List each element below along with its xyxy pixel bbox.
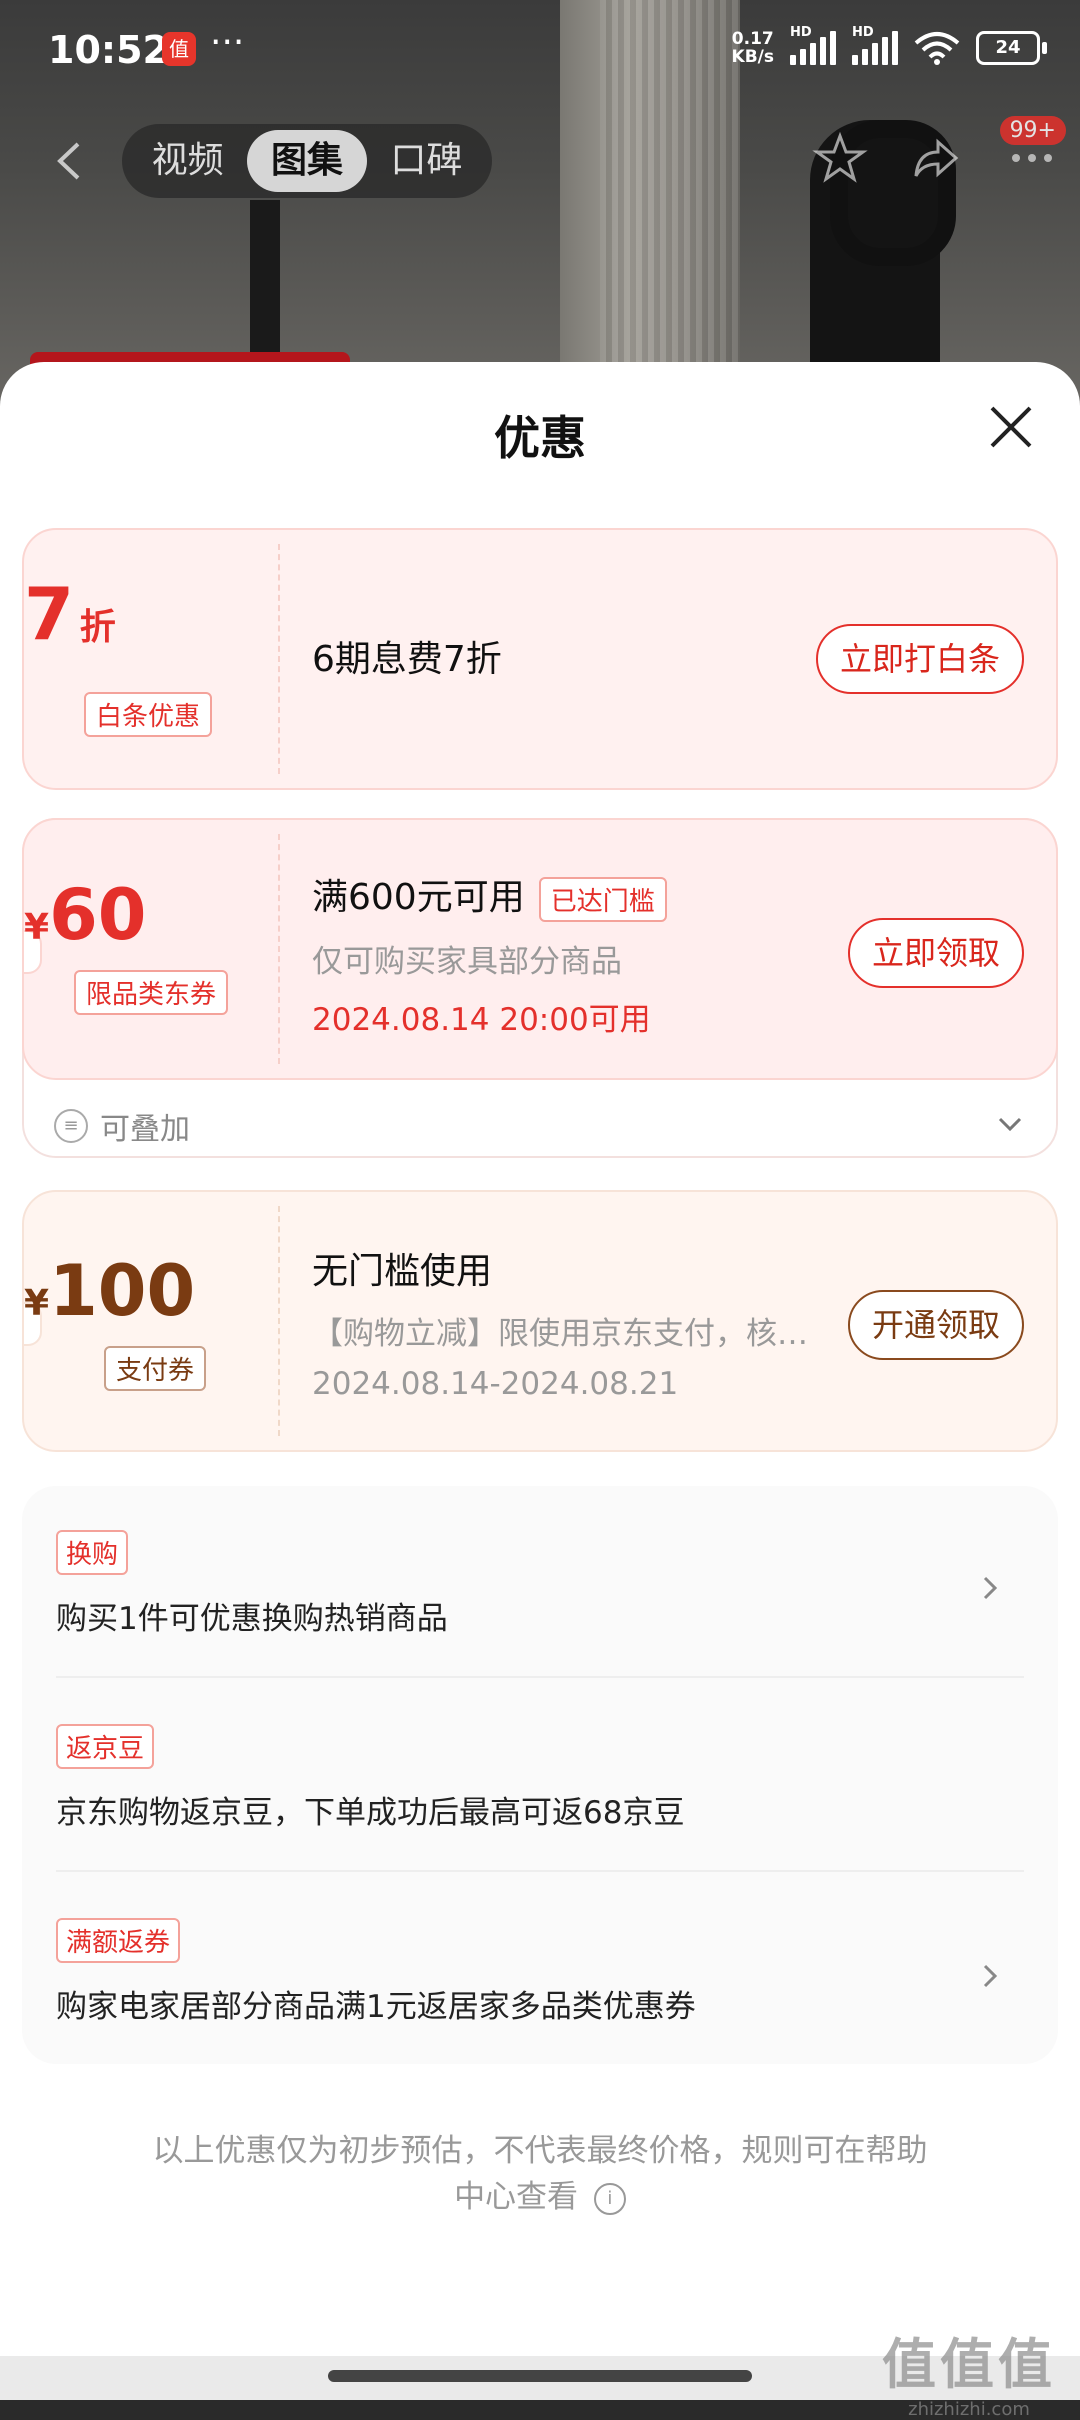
coupon-desc: 【购物立减】限使用京东支付，核… — [312, 1316, 808, 1352]
chevron-right-icon — [983, 1964, 998, 1988]
notification-badge: 99+ — [999, 116, 1066, 145]
status-right-group: 0.17 KB/s HD HD 24 — [732, 25, 1047, 66]
stackable-label: 可叠加 — [100, 1112, 190, 1147]
coupon-title-row: 满600元可用 已达门槛 — [312, 868, 667, 922]
promo-text: 京东购物返京豆，下单成功后最高可返68京豆 — [56, 1795, 685, 1831]
info-icon[interactable]: i — [593, 2182, 626, 2215]
coupon-divider — [278, 544, 280, 774]
coupon-time: 2024.08.14 20:00可用 — [312, 1002, 651, 1038]
coupon-amount: 7 折 — [24, 572, 278, 656]
tab-video[interactable]: 视频 — [128, 130, 247, 192]
signal-2-icon: HD — [852, 25, 898, 65]
watermark-logo: 值值值 — [882, 2333, 1056, 2396]
claim-coupon-button[interactable]: 立即领取 — [847, 918, 1024, 988]
promotions-panel: 换购 购买1件可优惠换购热销商品 返京豆 京东购物返京豆，下单成功后最高可返68… — [22, 1486, 1058, 2064]
share-icon[interactable] — [908, 130, 964, 186]
chevron-right-icon — [983, 1576, 998, 1600]
disclaimer-line2-row: 中心查看 i — [120, 2174, 960, 2220]
promo-tag: 换购 — [56, 1530, 129, 1575]
divider — [56, 1676, 1024, 1678]
disclaimer-line2[interactable]: 中心查看 — [454, 2179, 578, 2215]
hd-label: HD — [790, 25, 812, 40]
promo-text: 购家电家居部分商品满1元返居家多品类优惠券 — [56, 1989, 696, 2025]
coupon-currency: ¥ — [24, 1283, 50, 1324]
coupon-type-tag: 支付券 — [104, 1346, 207, 1391]
coupon-value: 100 — [49, 1250, 196, 1332]
promo-tag: 返京豆 — [56, 1724, 155, 1769]
net-speed-value: 0.17 — [731, 29, 774, 49]
coupon-card-jd-coupon: ¥60 限品类东券 满600元可用 已达门槛 仅可购买家具部分商品 2024.08… — [22, 818, 1058, 1080]
coupon-value: 60 — [49, 874, 147, 956]
close-icon[interactable] — [986, 402, 1036, 452]
coupon-amount: ¥60 — [24, 874, 278, 956]
use-baitiao-button[interactable]: 立即打白条 — [815, 624, 1024, 694]
app-notification-icon: 值 — [162, 32, 196, 66]
top-nav: 视频 图集 口碑 99+ — [0, 116, 1080, 204]
status-time: 10:52 — [48, 28, 169, 72]
site-watermark: 值值值 zhizhizhi.com — [882, 2320, 1056, 2420]
coupon-currency: ¥ — [24, 907, 50, 948]
star-icon[interactable] — [812, 130, 868, 186]
hd-label: HD — [852, 25, 874, 40]
divider — [56, 1870, 1024, 1872]
coupon-title: 无门槛使用 — [312, 1251, 493, 1292]
coupon-type-tag: 限品类东券 — [74, 970, 229, 1015]
chevron-down-icon[interactable] — [996, 1110, 1024, 1138]
back-arrow-icon[interactable] — [48, 138, 94, 184]
coupon-card-payment: ¥100 支付券 无门槛使用 【购物立减】限使用京东支付，核… 2024.08.… — [22, 1190, 1058, 1452]
stack-icon: ≡ — [54, 1109, 88, 1143]
coupon-desc: 仅可购买家具部分商品 — [312, 944, 622, 980]
wifi-icon — [914, 32, 960, 65]
disclaimer-line1: 以上优惠仅为初步预估，不代表最终价格，规则可在帮助 — [152, 2133, 928, 2169]
promo-row-tradein[interactable]: 换购 购买1件可优惠换购热销商品 — [56, 1530, 1024, 1638]
battery-icon: 24 — [976, 31, 1047, 65]
coupon-value: 7 — [24, 572, 75, 656]
coupon-amount: ¥100 — [24, 1250, 278, 1332]
sheet-title: 优惠 — [494, 411, 586, 465]
promo-row-coupon-return[interactable]: 满额返券 购家电家居部分商品满1元返居家多品类优惠券 — [56, 1918, 1024, 2026]
coupon-card-baitiao: 7 折 白条优惠 6期息费7折 立即打白条 — [22, 528, 1058, 790]
promo-row-jingdou: 返京豆 京东购物返京豆，下单成功后最高可返68京豆 — [56, 1724, 1024, 1832]
watermark-site: zhizhizhi.com — [908, 2399, 1030, 2420]
home-indicator[interactable] — [328, 2370, 752, 2382]
coupon-divider — [278, 1206, 280, 1436]
net-speed: 0.17 KB/s — [732, 30, 774, 66]
net-speed-unit: KB/s — [731, 47, 774, 67]
disclaimer: 以上优惠仅为初步预估，不代表最终价格，规则可在帮助 中心查看 i — [120, 2128, 960, 2220]
signal-1-icon: HD — [790, 25, 836, 65]
threshold-reached-tag: 已达门槛 — [538, 876, 667, 922]
promo-text: 购买1件可优惠换购热销商品 — [56, 1601, 448, 1637]
status-bar: 10:52 值 ··· 0.17 KB/s HD HD 24 — [0, 0, 1080, 100]
coupon-unit: 折 — [79, 607, 116, 648]
discount-sheet: 优惠 7 折 白条优惠 6期息费7折 立即打白条 ¥60 限品类东券 满600元… — [0, 362, 1080, 2400]
promo-tag: 满额返券 — [56, 1918, 181, 1963]
tab-reviews[interactable]: 口碑 — [367, 130, 486, 192]
status-more-dots: ··· — [210, 22, 245, 63]
tab-gallery[interactable]: 图集 — [247, 130, 367, 192]
coupon-divider — [278, 834, 280, 1064]
coupon-time: 2024.08.14-2024.08.21 — [312, 1366, 679, 1402]
stackable-row[interactable]: ≡ 可叠加 — [54, 1104, 190, 1148]
media-tabs: 视频 图集 口碑 — [122, 124, 492, 198]
activate-claim-button[interactable]: 开通领取 — [847, 1290, 1024, 1360]
coupon-title: 6期息费7折 — [312, 639, 502, 680]
coupon-type-tag: 白条优惠 — [84, 692, 213, 737]
coupon-title: 满600元可用 — [312, 877, 525, 918]
